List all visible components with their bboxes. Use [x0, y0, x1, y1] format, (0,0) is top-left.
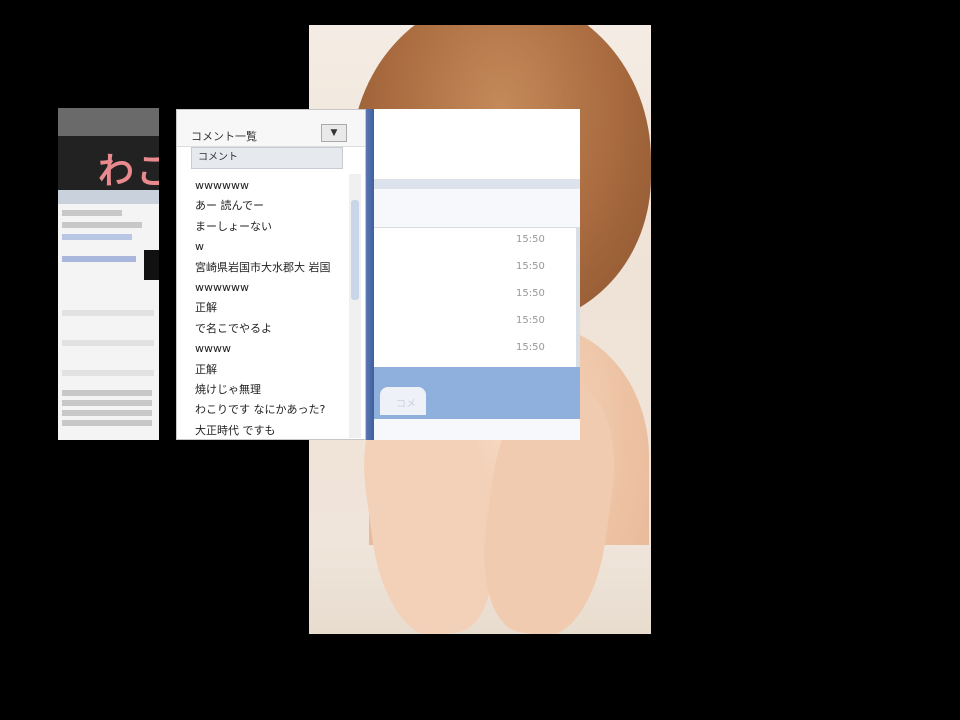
list-item[interactable]: 大正時代 ですも [195, 421, 347, 441]
time-list: 15:50 15:50 15:50 15:50 15:50 [374, 227, 576, 368]
list-line [62, 410, 152, 416]
list-item[interactable]: wwwwww [195, 176, 347, 196]
broadcast-panel [58, 190, 159, 440]
toolbar [58, 190, 159, 204]
timestamp: 15:50 [516, 261, 545, 272]
list-item[interactable]: あー 読んでー [195, 196, 347, 216]
list-item[interactable]: wwww [195, 339, 347, 359]
list-line [62, 390, 152, 396]
window-titlebar[interactable] [58, 108, 159, 136]
timestamp: 15:50 [516, 342, 545, 353]
link-line[interactable] [62, 256, 136, 262]
panel-header [374, 179, 580, 189]
input-line[interactable] [62, 310, 154, 316]
comment-list-window: コメント一覧 ▼ コメント wwwwww あー 読んでー まーしょーない w 宮… [176, 109, 366, 440]
timestamp: 15:50 [516, 288, 545, 299]
text-line [62, 234, 132, 240]
column-header[interactable]: コメント [191, 147, 343, 169]
comment-panel: 15:50 15:50 15:50 15:50 15:50 コメ [374, 109, 580, 440]
list-line [62, 400, 152, 406]
list-item[interactable]: w [195, 237, 347, 257]
list-item[interactable]: 宮崎県岩国市大水郡大 岩国 [195, 258, 347, 278]
list-item[interactable]: 正解 [195, 360, 347, 380]
pane-splitter[interactable] [366, 109, 374, 440]
list-item[interactable]: で名こでやるよ [195, 319, 347, 339]
scrollbar-thumb[interactable] [351, 200, 359, 300]
scrollbar-track[interactable] [576, 227, 580, 367]
input-line[interactable] [62, 370, 154, 376]
timestamp: 15:50 [516, 315, 545, 326]
text-line [62, 222, 142, 228]
list-item[interactable]: 正解 [195, 298, 347, 318]
input-line[interactable] [62, 340, 154, 346]
timestamp: 15:50 [516, 234, 545, 245]
video-preview [144, 250, 159, 280]
list-item[interactable]: 焼けじゃ無理 [195, 380, 347, 400]
list-line [62, 420, 152, 426]
window-header[interactable]: コメント一覧 ▼ [177, 110, 365, 147]
list-item[interactable]: wwwwww [195, 278, 347, 298]
comment-list: wwwwww あー 読んでー まーしょーない w 宮崎県岩国市大水郡大 岩国 w… [195, 176, 347, 441]
site-logo: わこ [98, 151, 159, 192]
broadcast-window: わこ [58, 108, 159, 440]
text-line [62, 210, 122, 216]
tab-comments[interactable]: コメ [380, 387, 426, 415]
list-item[interactable]: まーしょーない [195, 217, 347, 237]
window-title: コメント一覧 [191, 130, 257, 143]
list-item[interactable]: わこりです なにかあった? [195, 400, 347, 420]
panel-top [374, 109, 580, 179]
dropdown-button[interactable]: ▼ [321, 124, 347, 142]
